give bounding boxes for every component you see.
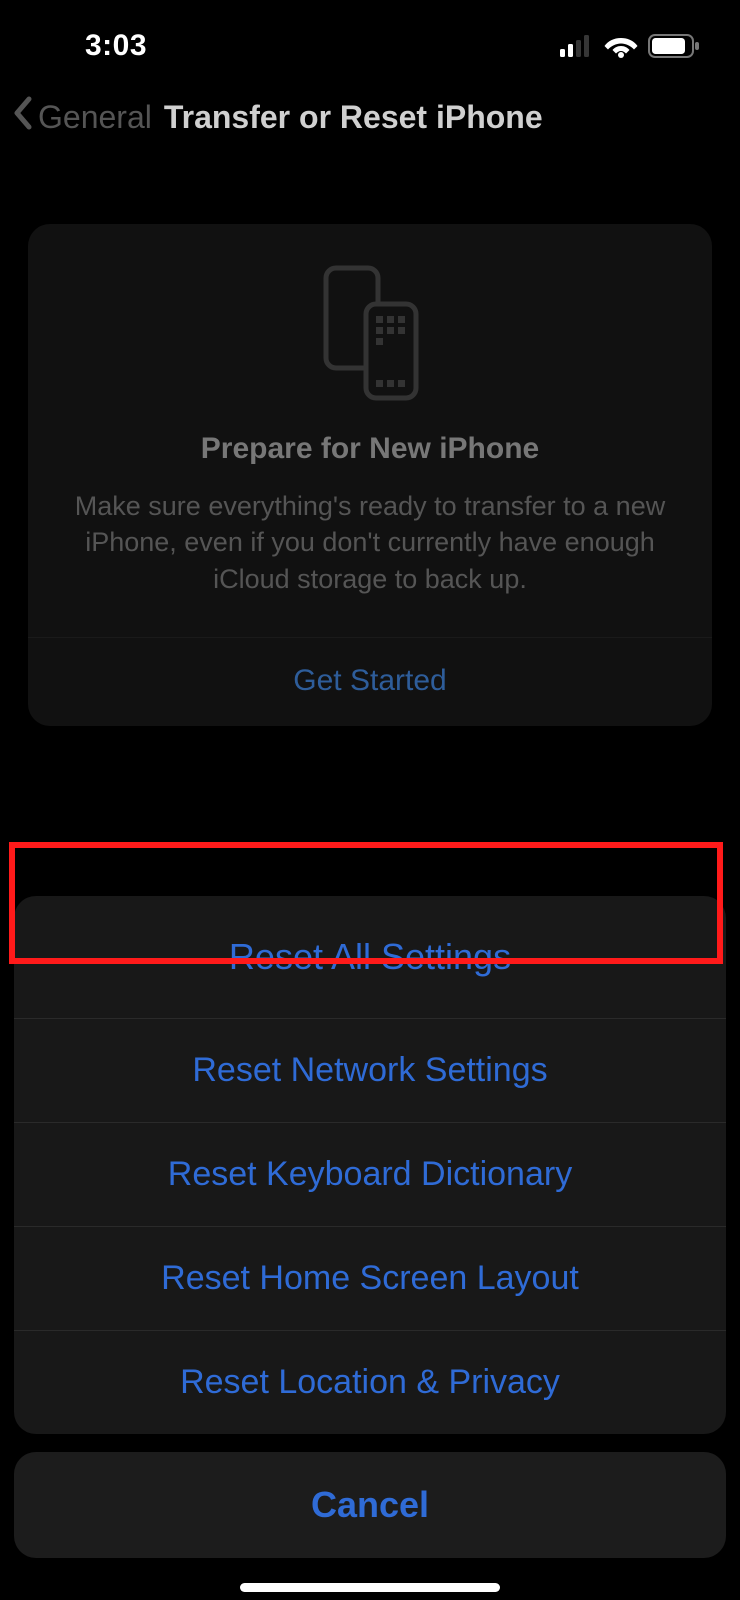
home-indicator[interactable]	[240, 1583, 500, 1592]
prepare-card: Prepare for New iPhone Make sure everyth…	[28, 224, 712, 726]
prepare-description: Make sure everything's ready to transfer…	[56, 488, 684, 597]
wifi-icon	[604, 34, 638, 58]
prepare-title: Prepare for New iPhone	[56, 432, 684, 466]
reset-action-sheet: Reset All Settings Reset Network Setting…	[14, 896, 726, 1558]
back-label: General	[38, 99, 152, 136]
nav-bar: General Transfer or Reset iPhone	[0, 80, 740, 160]
back-button[interactable]: General	[12, 96, 152, 138]
get-started-button[interactable]: Get Started	[56, 638, 684, 726]
status-bar: 3:03	[0, 0, 740, 80]
status-icons	[560, 34, 700, 58]
cellular-signal-icon	[560, 35, 594, 57]
reset-location-privacy-button[interactable]: Reset Location & Privacy	[14, 1331, 726, 1434]
reset-home-screen-layout-button[interactable]: Reset Home Screen Layout	[14, 1227, 726, 1331]
chevron-left-icon	[12, 96, 34, 138]
reset-network-settings-button[interactable]: Reset Network Settings	[14, 1019, 726, 1123]
battery-icon	[648, 34, 700, 58]
status-time: 3:03	[40, 29, 147, 63]
cancel-button[interactable]: Cancel	[14, 1452, 726, 1558]
action-group: Reset All Settings Reset Network Setting…	[14, 896, 726, 1434]
reset-all-settings-button[interactable]: Reset All Settings	[14, 896, 726, 1019]
transfer-phones-icon	[56, 264, 684, 404]
reset-keyboard-dictionary-button[interactable]: Reset Keyboard Dictionary	[14, 1123, 726, 1227]
page-title: Transfer or Reset iPhone	[164, 99, 543, 136]
